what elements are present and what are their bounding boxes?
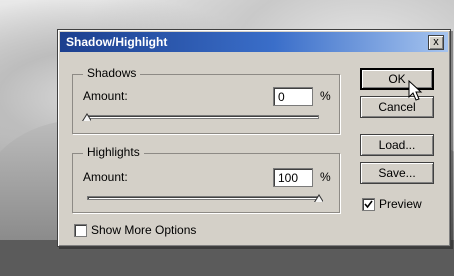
shadows-slider-thumb[interactable] [81, 113, 91, 121]
close-button[interactable]: x [428, 35, 444, 50]
shadows-amount-label: Amount: [83, 89, 128, 103]
arrow-pointer-icon [408, 80, 423, 101]
preview-label[interactable]: Preview [379, 197, 422, 211]
highlights-amount-input[interactable]: 100 [273, 168, 313, 187]
shadows-amount-input[interactable]: 0 [273, 87, 313, 106]
shadow-highlight-dialog: Shadow/Highlight x Shadows Amount: 0 % H… [57, 29, 451, 247]
highlights-percent-unit: % [320, 170, 331, 184]
close-icon: x [433, 36, 439, 48]
shadows-group: Shadows Amount: 0 % [72, 66, 340, 134]
save-button[interactable]: Save... [360, 162, 434, 184]
check-icon [364, 200, 373, 209]
highlights-slider-track[interactable] [87, 196, 319, 200]
show-more-options-label[interactable]: Show More Options [91, 223, 196, 237]
dialog-titlebar[interactable]: Shadow/Highlight x [60, 32, 448, 52]
highlights-group: Highlights Amount: 100 % [72, 145, 340, 213]
dialog-title: Shadow/Highlight [66, 35, 168, 49]
shadows-slider-track[interactable] [87, 115, 319, 119]
highlights-amount-label: Amount: [83, 170, 128, 184]
highlights-slider-thumb[interactable] [313, 194, 323, 202]
load-button[interactable]: Load... [360, 134, 434, 156]
preview-checkbox[interactable] [362, 198, 375, 211]
shadows-legend: Shadows [83, 66, 141, 80]
show-more-options-checkbox[interactable] [74, 224, 87, 237]
shadows-percent-unit: % [320, 89, 331, 103]
highlights-legend: Highlights [83, 145, 144, 159]
